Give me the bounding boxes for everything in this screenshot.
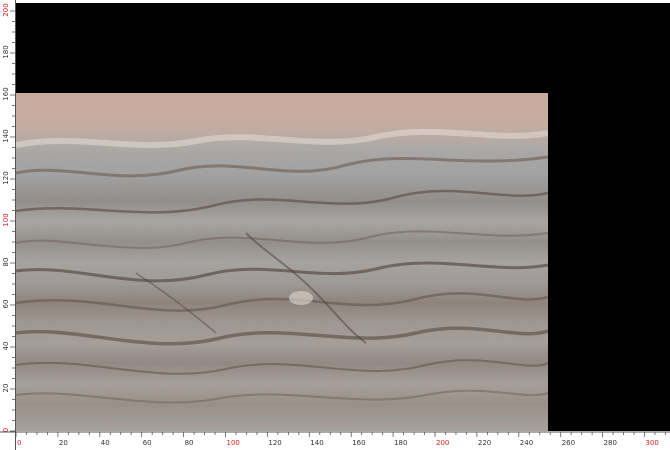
x-ruler-label: 260	[562, 439, 575, 447]
y-ruler-label: 120	[2, 171, 10, 184]
y-ruler-label: 0	[2, 428, 10, 432]
x-ruler-label: 280	[604, 439, 617, 447]
x-ruler-label: 80	[185, 439, 194, 447]
y-ruler-label: 180	[2, 45, 10, 58]
y-ruler-label: 20	[2, 384, 10, 393]
y-ruler-label: 140	[2, 129, 10, 142]
y-ruler-label: 60	[2, 300, 10, 309]
y-ruler-label: 40	[2, 342, 10, 351]
x-ruler-label: 160	[352, 439, 365, 447]
y-ruler-label: 200	[2, 3, 10, 16]
x-ruler-label: 120	[268, 439, 281, 447]
x-ruler-ticks: 0 20 40 60 80 100 120 140 160 180 200 220 240 260 280 3…	[15, 432, 666, 447]
x-ruler-label: 200	[436, 439, 449, 447]
x-ruler-label: 100	[227, 439, 240, 447]
x-ruler-label: 60	[143, 439, 152, 447]
x-ruler-label: 0	[17, 439, 21, 447]
x-ruler-label: 300	[646, 439, 659, 447]
x-ruler-label: 140	[310, 439, 323, 447]
x-ruler-label: 40	[101, 439, 110, 447]
x-ruler-label: 240	[520, 439, 533, 447]
image-viewer: 0 20 40 60 80 100 120 140 160 180 200 220 240 260 280 3…	[0, 0, 670, 450]
y-ruler-label: 160	[2, 87, 10, 100]
x-ruler-label: 20	[59, 439, 68, 447]
ruler-overlay: 0 20 40 60 80 100 120 140 160 180 200 220 240 260 280 3…	[0, 0, 670, 450]
x-ruler-label: 180	[394, 439, 407, 447]
y-ruler-label: 80	[2, 258, 10, 267]
y-ruler-label: 100	[2, 213, 10, 226]
y-ruler-ticks: 0 20 40 60 80 100 120 140 160 180 200	[2, 3, 16, 432]
x-ruler-label: 220	[478, 439, 491, 447]
